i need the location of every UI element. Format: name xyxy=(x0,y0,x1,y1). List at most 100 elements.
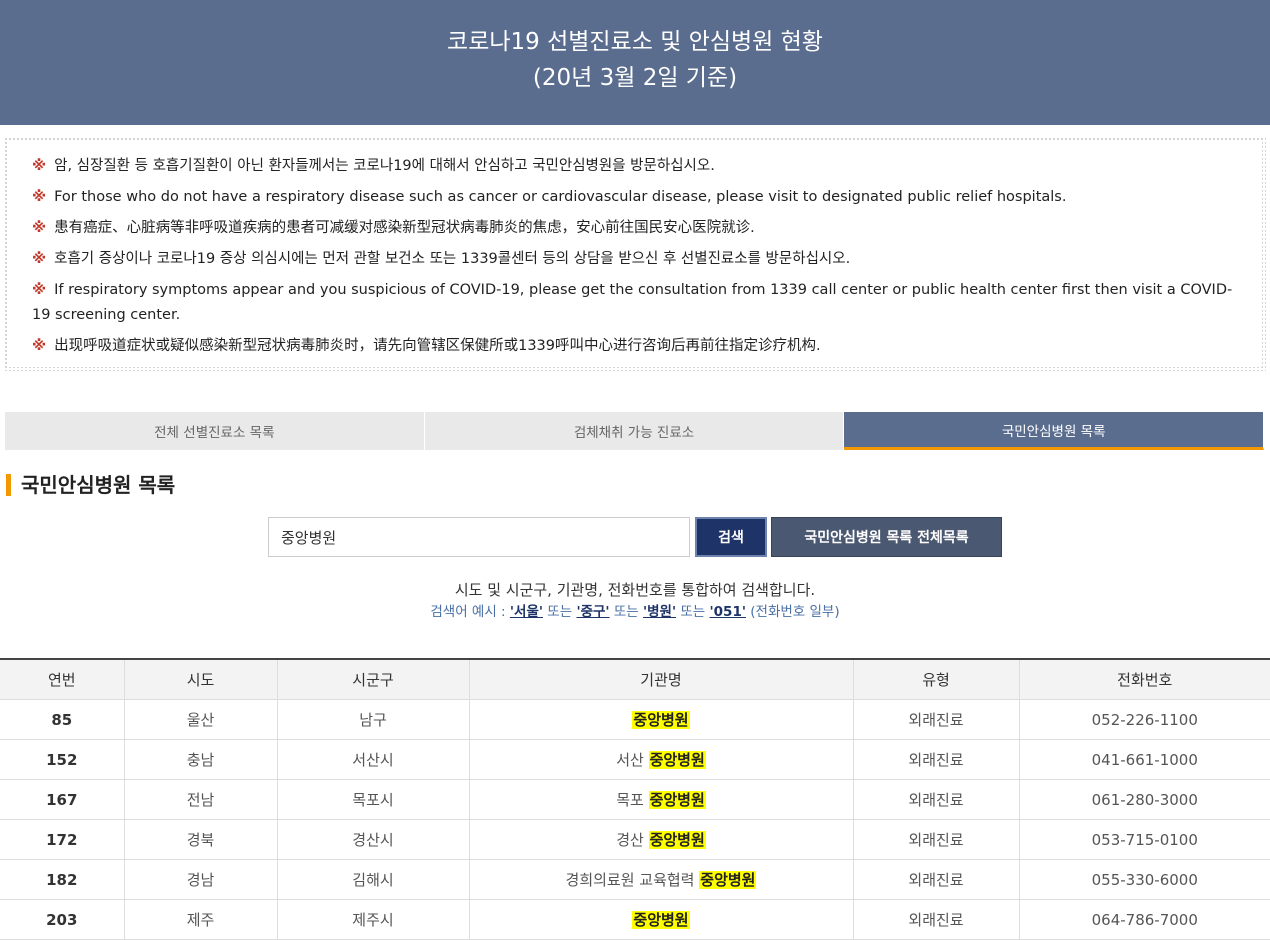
page-title: 코로나19 선별진료소 및 안심병원 현황 xyxy=(447,29,823,55)
cell-phone: 041-661-1000 xyxy=(1019,739,1270,780)
examples-prefix: 검색어 예시 : xyxy=(430,604,510,620)
notice-item: ※ If respiratory symptoms appear and you … xyxy=(32,275,1238,331)
table-row: 172 경북 경산시 경산 중앙병원 외래진료 053-715-0100 xyxy=(0,819,1270,860)
search-button[interactable]: 검색 xyxy=(695,517,767,557)
example-keyword[interactable]: '051' xyxy=(710,604,746,620)
cell-type: 외래진료 xyxy=(853,899,1020,940)
cell-sigungu: 목포시 xyxy=(277,779,470,820)
cell-no: 172 xyxy=(0,819,125,860)
tab-bar: 전체 선별진료소 목록 검체채취 가능 진료소 국민안심병원 목록 xyxy=(5,412,1265,450)
column-header: 유형 xyxy=(853,658,1020,700)
cell-name: 중앙병원 xyxy=(469,699,854,740)
notice-text: For those who do not have a respiratory … xyxy=(54,189,1067,205)
hospital-table: 연번 시도 시군구 기관명 유형 전화번호 85 울산 남구 중앙병원 외래진료… xyxy=(0,658,1270,940)
cell-sigungu: 제주시 xyxy=(277,899,470,940)
name-highlight: 중앙병원 xyxy=(699,871,757,889)
cell-type: 외래진료 xyxy=(853,859,1020,900)
column-header: 기관명 xyxy=(469,658,854,700)
examples-separator: 또는 xyxy=(543,604,577,620)
cell-name: 목포 중앙병원 xyxy=(469,779,854,820)
example-keyword[interactable]: '병원' xyxy=(643,604,676,620)
notice-mark-icon: ※ xyxy=(32,338,47,354)
cell-no: 167 xyxy=(0,779,125,820)
notice-item: ※ 患有癌症、心脏病等非呼吸道疾病的患者可减缓对感染新型冠状病毒肺炎的焦虑，安心前… xyxy=(32,213,1238,244)
example-keyword[interactable]: '서울' xyxy=(510,604,543,620)
cell-phone: 052-226-1100 xyxy=(1019,699,1270,740)
name-prefix: 경산 xyxy=(616,831,649,849)
cell-no: 152 xyxy=(0,739,125,780)
table-row: 182 경남 김해시 경희의료원 교육협력 중앙병원 외래진료 055-330-… xyxy=(0,859,1270,900)
notice-text: 호흡기 증상이나 코로나19 증상 의심시에는 먼저 관할 보건소 또는 133… xyxy=(54,251,851,267)
search-help-text: 시도 및 시군구, 기관명, 전화번호를 통합하여 검색합니다. xyxy=(454,581,816,599)
cell-phone: 053-715-0100 xyxy=(1019,819,1270,860)
notice-box: ※ 암, 심장질환 등 호흡기질환이 아닌 환자들께서는 코로나19에 대해서 안… xyxy=(4,137,1266,371)
cell-name: 중앙병원 xyxy=(469,899,854,940)
cell-no: 85 xyxy=(0,699,125,740)
cell-sigungu: 남구 xyxy=(277,699,470,740)
cell-sigungu: 서산시 xyxy=(277,739,470,780)
page-header: 코로나19 선별진료소 및 안심병원 현황 (20년 3월 2일 기준) xyxy=(0,0,1270,125)
notice-item: ※ 암, 심장질환 등 호흡기질환이 아닌 환자들께서는 코로나19에 대해서 안… xyxy=(32,151,1238,182)
examples-separator: 또는 xyxy=(609,604,643,620)
cell-name: 서산 중앙병원 xyxy=(469,739,854,780)
cell-phone: 061-280-3000 xyxy=(1019,779,1270,820)
cell-sigungu: 김해시 xyxy=(277,859,470,900)
cell-sido: 울산 xyxy=(124,699,278,740)
name-prefix: 경희의료원 교육협력 xyxy=(565,871,700,889)
name-prefix: 서산 xyxy=(616,751,649,769)
column-header: 시군구 xyxy=(277,658,470,700)
cell-phone: 064-786-7000 xyxy=(1019,899,1270,940)
search-bar: 검색 국민안심병원 목록 전체목록 xyxy=(268,517,1270,557)
cell-sido: 경북 xyxy=(124,819,278,860)
cell-name: 경산 중앙병원 xyxy=(469,819,854,860)
cell-type: 외래진료 xyxy=(853,819,1020,860)
notice-text: 患有癌症、心脏病等非呼吸道疾病的患者可减缓对感染新型冠状病毒肺炎的焦虑，安心前往… xyxy=(54,220,755,236)
notice-text: 出现呼吸道症状或疑似感染新型冠状病毒肺炎时，请先向管辖区保健所或1339呼叫中心… xyxy=(54,338,821,354)
notice-item: ※ 호흡기 증상이나 코로나19 증상 의심시에는 먼저 관할 보건소 또는 13… xyxy=(32,244,1238,275)
notice-mark-icon: ※ xyxy=(32,189,47,205)
cell-no: 203 xyxy=(0,899,125,940)
notice-text: If respiratory symptoms appear and you s… xyxy=(32,282,1233,323)
section-title: 국민안심병원 목록 xyxy=(6,474,1270,496)
cell-phone: 055-330-6000 xyxy=(1019,859,1270,900)
view-all-button[interactable]: 국민안심병원 목록 전체목록 xyxy=(771,517,1002,557)
name-highlight: 중앙병원 xyxy=(632,711,690,729)
name-prefix: 목포 xyxy=(616,791,649,809)
tab-sample-collection[interactable]: 검체채취 가능 진료소 xyxy=(424,412,845,450)
cell-sido: 경남 xyxy=(124,859,278,900)
notice-mark-icon: ※ xyxy=(32,282,47,298)
example-keyword[interactable]: '중구' xyxy=(576,604,609,620)
table-row: 167 전남 목포시 목포 중앙병원 외래진료 061-280-3000 xyxy=(0,779,1270,820)
notice-item: ※ 出现呼吸道症状或疑似感染新型冠状病毒肺炎时，请先向管辖区保健所或1339呼叫中… xyxy=(32,331,1238,362)
cell-type: 외래진료 xyxy=(853,739,1020,780)
tab-all-screening[interactable]: 전체 선별진료소 목록 xyxy=(5,412,425,450)
notice-mark-icon: ※ xyxy=(32,251,47,267)
cell-type: 외래진료 xyxy=(853,699,1020,740)
table-row: 152 충남 서산시 서산 중앙병원 외래진료 041-661-1000 xyxy=(0,739,1270,780)
search-input[interactable] xyxy=(268,517,690,557)
cell-no: 182 xyxy=(0,859,125,900)
search-help: 시도 및 시군구, 기관명, 전화번호를 통합하여 검색합니다. 검색어 예시 … xyxy=(0,580,1270,622)
tab-safe-hospitals[interactable]: 국민안심병원 목록 xyxy=(844,412,1265,450)
cell-sido: 제주 xyxy=(124,899,278,940)
notice-text: 암, 심장질환 등 호흡기질환이 아닌 환자들께서는 코로나19에 대해서 안심… xyxy=(54,158,715,174)
cell-sido: 충남 xyxy=(124,739,278,780)
name-highlight: 중앙병원 xyxy=(648,791,706,809)
column-header: 전화번호 xyxy=(1019,658,1270,700)
cell-type: 외래진료 xyxy=(853,779,1020,820)
table-row: 85 울산 남구 중앙병원 외래진료 052-226-1100 xyxy=(0,699,1270,740)
notice-item: ※ For those who do not have a respiratory… xyxy=(32,182,1238,213)
table-header-row: 연번 시도 시군구 기관명 유형 전화번호 xyxy=(0,658,1270,700)
name-highlight: 중앙병원 xyxy=(648,831,706,849)
page-subtitle: (20년 3월 2일 기준) xyxy=(532,65,738,91)
column-header: 연번 xyxy=(0,658,125,700)
notice-mark-icon: ※ xyxy=(32,158,47,174)
column-header: 시도 xyxy=(124,658,278,700)
notice-mark-icon: ※ xyxy=(32,220,47,236)
notice-content: ※ 암, 심장질환 등 호흡기질환이 아닌 환자들께서는 코로나19에 대해서 안… xyxy=(8,141,1262,367)
cell-sigungu: 경산시 xyxy=(277,819,470,860)
cell-sido: 전남 xyxy=(124,779,278,820)
cell-name: 경희의료원 교육협력 중앙병원 xyxy=(469,859,854,900)
table-row: 203 제주 제주시 중앙병원 외래진료 064-786-7000 xyxy=(0,899,1270,940)
examples-separator: 또는 xyxy=(676,604,710,620)
